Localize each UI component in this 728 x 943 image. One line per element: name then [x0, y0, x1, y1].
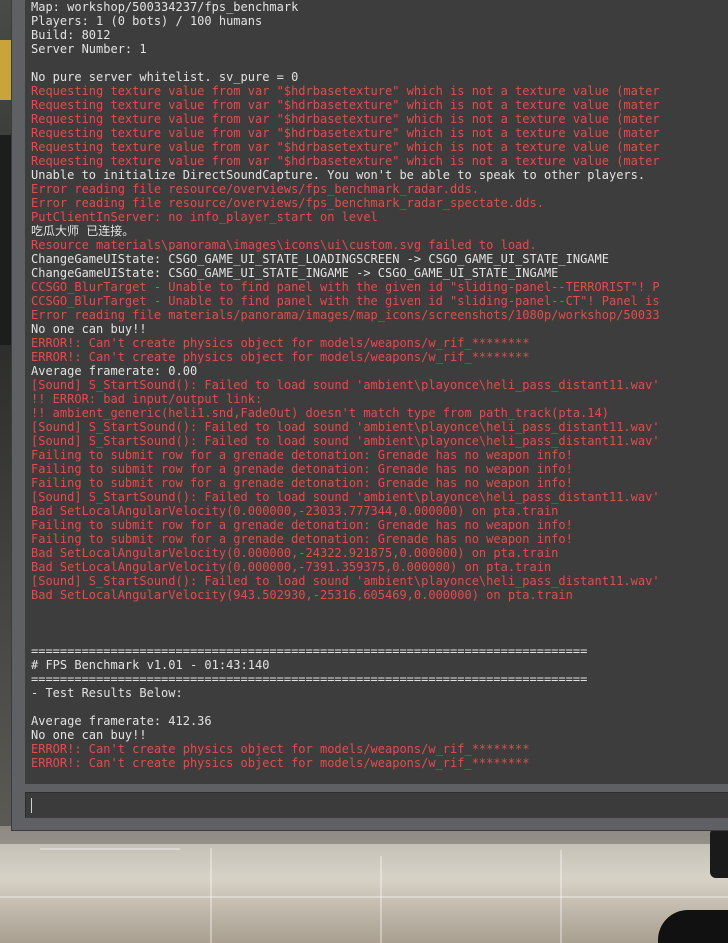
console-line: # FPS Benchmark v1.01 - 01:43:140: [31, 658, 270, 672]
console-line: ChangeGameUIState: CSGO_GAME_UI_STATE_LO…: [31, 252, 609, 266]
console-line: Bad SetLocalAngularVelocity(0.000000,-24…: [31, 546, 559, 560]
console-line: ChangeGameUIState: CSGO_GAME_UI_STATE_IN…: [31, 266, 559, 280]
console-line: Requesting texture value from var "$hdrb…: [31, 154, 660, 168]
console-line: CCSGO_BlurTarget - Unable to find panel …: [31, 294, 660, 308]
console-line: Requesting texture value from var "$hdrb…: [31, 112, 660, 126]
console-line: [Sound] S_StartSound(): Failed to load s…: [31, 420, 660, 434]
console-line: Requesting texture value from var "$hdrb…: [31, 84, 660, 98]
console-line: [Sound] S_StartSound(): Failed to load s…: [31, 378, 660, 392]
console-line: Failing to submit row for a grenade deto…: [31, 462, 573, 476]
console-line: Bad SetLocalAngularVelocity(0.000000,-73…: [31, 560, 552, 574]
console-line: PutClientInServer: no info_player_start …: [31, 210, 378, 224]
console-line: No one can buy!!: [31, 322, 147, 336]
console-line: [Sound] S_StartSound(): Failed to load s…: [31, 574, 660, 588]
console-line: [Sound] S_StartSound(): Failed to load s…: [31, 434, 660, 448]
console-line: ERROR!: Can't create physics object for …: [31, 350, 530, 364]
console-line: Average framerate: 0.00: [31, 364, 198, 378]
console-line: ========================================…: [31, 644, 588, 658]
console-line: Server Number: 1: [31, 42, 147, 56]
console-input[interactable]: [25, 792, 728, 818]
console-line: Requesting texture value from var "$hdrb…: [31, 98, 660, 112]
console-line: Average framerate: 412.36: [31, 714, 212, 728]
console-line: Requesting texture value from var "$hdrb…: [31, 140, 660, 154]
console-line: Build: 8012: [31, 28, 111, 42]
console-line: Requesting texture value from var "$hdrb…: [31, 126, 660, 140]
console-line: No one can buy!!: [31, 728, 147, 742]
console-line: [Sound] S_StartSound(): Failed to load s…: [31, 490, 660, 504]
developer-console[interactable]: Map: workshop/500334237/fps_benchmark Pla…: [12, 0, 728, 830]
console-line: Failing to submit row for a grenade deto…: [31, 532, 573, 546]
console-line: ERROR!: Can't create physics object for …: [31, 336, 530, 350]
console-output[interactable]: Map: workshop/500334237/fps_benchmark Pla…: [25, 0, 728, 784]
console-line: Bad SetLocalAngularVelocity(0.000000,-23…: [31, 504, 559, 518]
console-line: CCSGO_BlurTarget - Unable to find panel …: [31, 280, 660, 294]
player-model-part: [710, 828, 728, 878]
console-line: !! ambient_generic(heli1.snd,FadeOut) do…: [31, 406, 609, 420]
console-line: Error reading file materials/panorama/im…: [31, 308, 660, 322]
console-line: Unable to initialize DirectSoundCapture.…: [31, 168, 646, 182]
console-line: Map: workshop/500334237/fps_benchmark: [31, 0, 299, 14]
console-line: Error reading file resource/overviews/fp…: [31, 182, 479, 196]
console-line: !! ERROR: bad input/output link:: [31, 392, 263, 406]
console-line: Failing to submit row for a grenade deto…: [31, 448, 573, 462]
console-line: - Test Results Below:: [31, 686, 183, 700]
console-line: Players: 1 (0 bots) / 100 humans: [31, 14, 263, 28]
console-line: Failing to submit row for a grenade deto…: [31, 518, 573, 532]
console-line: Failing to submit row for a grenade deto…: [31, 476, 573, 490]
console-line: No pure server whitelist. sv_pure = 0: [31, 70, 299, 84]
console-log: Map: workshop/500334237/fps_benchmark Pla…: [31, 0, 660, 770]
console-line: ERROR!: Can't create physics object for …: [31, 756, 530, 770]
console-line: Error reading file resource/overviews/fp…: [31, 196, 544, 210]
console-line: Resource materials\panorama\images\icons…: [31, 238, 537, 252]
console-line: Bad SetLocalAngularVelocity(943.502930,-…: [31, 588, 573, 602]
console-line: ERROR!: Can't create physics object for …: [31, 742, 530, 756]
console-line: 吃瓜大师 已连接。: [31, 224, 135, 238]
console-line: ========================================…: [31, 672, 588, 686]
text-caret: [31, 798, 32, 813]
